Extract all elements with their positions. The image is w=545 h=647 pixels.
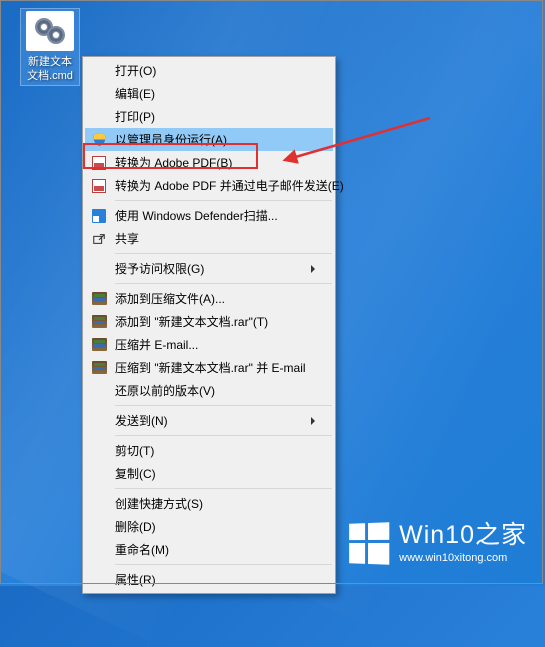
menu-restore-versions[interactable]: 还原以前的版本(V) (85, 379, 333, 402)
menu-print[interactable]: 打印(P) (85, 105, 333, 128)
winrar-icon (91, 314, 107, 330)
menu-rename[interactable]: 重命名(M) (85, 538, 333, 561)
file-label: 新建文本文档.cmd (23, 55, 77, 83)
menu-separator (115, 488, 332, 489)
menu-cut[interactable]: 剪切(T) (85, 439, 333, 462)
file-thumbnail (26, 11, 74, 51)
menu-edit[interactable]: 编辑(E) (85, 82, 333, 105)
menu-compress-rar-email[interactable]: 压缩到 "新建文本文档.rar" 并 E-mail (85, 356, 333, 379)
menu-convert-to-pdf[interactable]: 转换为 Adobe PDF(B) (85, 151, 333, 174)
menu-open[interactable]: 打开(O) (85, 59, 333, 82)
menu-run-as-admin[interactable]: 以管理员身份运行(A) (85, 128, 333, 151)
menu-separator (115, 253, 332, 254)
menu-separator (115, 200, 332, 201)
menu-create-shortcut[interactable]: 创建快捷方式(S) (85, 492, 333, 515)
watermark: Win10之家 www.win10xitong.com (348, 522, 527, 564)
menu-separator (115, 405, 332, 406)
menu-grant-access[interactable]: 授予访问权限(G) (85, 257, 333, 280)
defender-icon (91, 208, 107, 224)
watermark-url: www.win10xitong.com (399, 552, 527, 564)
adobe-pdf-icon (91, 178, 107, 194)
submenu-arrow-icon (311, 265, 315, 273)
menu-separator (115, 435, 332, 436)
menu-copy[interactable]: 复制(C) (85, 462, 333, 485)
uac-shield-icon (91, 132, 107, 148)
menu-add-to-archive[interactable]: 添加到压缩文件(A)... (85, 287, 333, 310)
menu-properties[interactable]: 属性(R) (85, 568, 333, 591)
adobe-pdf-icon (91, 155, 107, 171)
menu-separator (115, 564, 332, 565)
menu-compress-email[interactable]: 压缩并 E-mail... (85, 333, 333, 356)
context-menu: 打开(O) 编辑(E) 打印(P) 以管理员身份运行(A) 转换为 Adobe … (82, 56, 336, 594)
winrar-icon (91, 360, 107, 376)
watermark-title: Win10之家 (399, 522, 527, 550)
menu-delete[interactable]: 删除(D) (85, 515, 333, 538)
windows-logo-icon (349, 522, 389, 565)
menu-share[interactable]: 共享 (85, 227, 333, 250)
menu-add-to-rar[interactable]: 添加到 "新建文本文档.rar"(T) (85, 310, 333, 333)
submenu-arrow-icon (311, 417, 315, 425)
share-icon (91, 231, 107, 247)
winrar-icon (91, 337, 107, 353)
menu-defender-scan[interactable]: 使用 Windows Defender扫描... (85, 204, 333, 227)
menu-separator (115, 283, 332, 284)
menu-send-to[interactable]: 发送到(N) (85, 409, 333, 432)
desktop-file-icon[interactable]: 新建文本文档.cmd (20, 8, 80, 86)
menu-convert-to-pdf-email[interactable]: 转换为 Adobe PDF 并通过电子邮件发送(E) (85, 174, 333, 197)
winrar-icon (91, 291, 107, 307)
